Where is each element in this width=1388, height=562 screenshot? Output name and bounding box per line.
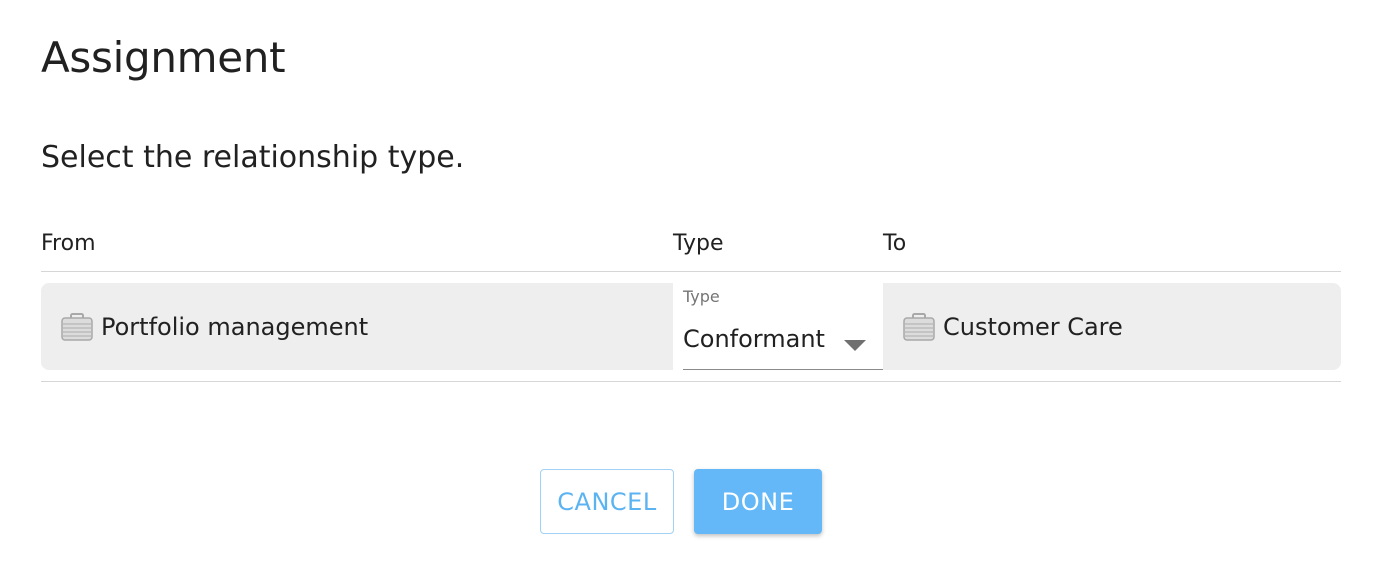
to-element-label: Customer Care: [943, 312, 1123, 341]
column-header-from: From: [41, 231, 96, 256]
column-header-to: To: [883, 231, 907, 256]
row-divider: [41, 381, 1341, 382]
type-select[interactable]: Type Conformant: [683, 283, 883, 370]
type-select-label: Type: [683, 287, 720, 306]
from-element-label: Portfolio management: [101, 312, 369, 341]
done-button[interactable]: DONE: [694, 469, 822, 534]
header-divider: [41, 271, 1341, 272]
column-header-type: Type: [673, 231, 724, 256]
from-element: Portfolio management: [41, 283, 673, 370]
to-element: Customer Care: [883, 283, 1341, 370]
type-select-underline: [683, 369, 883, 370]
dialog-subtitle: Select the relationship type.: [41, 140, 465, 175]
relationship-row: Portfolio management Type Conformant Cus…: [41, 283, 1341, 370]
type-select-value[interactable]: Conformant: [683, 323, 825, 355]
assignment-dialog: Assignment Select the relationship type.…: [0, 0, 1388, 562]
briefcase-icon: [61, 312, 93, 341]
dropdown-arrow-icon[interactable]: [844, 340, 866, 351]
dialog-title: Assignment: [41, 33, 286, 82]
cancel-button[interactable]: CANCEL: [540, 469, 674, 534]
briefcase-icon: [903, 312, 935, 341]
